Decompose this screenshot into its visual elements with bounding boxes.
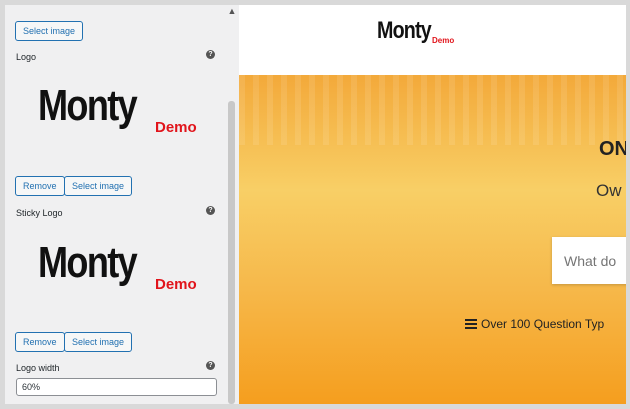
header-logo-badge: Demo bbox=[432, 36, 455, 45]
sticky-logo-preview-text: Monty bbox=[38, 238, 138, 287]
hero-feature-text: Over 100 Question Typ bbox=[481, 317, 605, 331]
hero-texture bbox=[239, 75, 626, 145]
customizer-window: Select image Logo ? Monty Demo Remove Se… bbox=[5, 5, 626, 404]
sticky-logo-select-image-button[interactable]: Select image bbox=[64, 332, 133, 352]
hero-title: ON bbox=[599, 138, 626, 160]
sidebar-scrollbar[interactable]: ▲ bbox=[226, 5, 237, 404]
list-icon bbox=[465, 319, 477, 329]
logo-preview-text: Monty bbox=[38, 81, 138, 130]
logo-label: Logo bbox=[16, 52, 37, 62]
customizer-sidebar: Select image Logo ? Monty Demo Remove Se… bbox=[5, 5, 237, 404]
logo-help-icon[interactable]: ? bbox=[206, 50, 215, 59]
logo-remove-button[interactable]: Remove bbox=[15, 176, 65, 196]
hero-subtitle: Ow bbox=[596, 181, 622, 200]
sticky-logo-preview-image: Monty Demo bbox=[16, 232, 226, 332]
logo-width-help-icon[interactable]: ? bbox=[206, 361, 215, 370]
header-logo-text[interactable]: Monty bbox=[377, 17, 432, 45]
sticky-logo-help-icon[interactable]: ? bbox=[206, 206, 215, 215]
sticky-logo-preview-badge: Demo bbox=[155, 276, 197, 293]
logo-width-label: Logo width bbox=[16, 363, 60, 373]
hero-feature-item: Over 100 Question Typ bbox=[465, 317, 604, 331]
sticky-logo-remove-button[interactable]: Remove bbox=[15, 332, 65, 352]
logo-preview-image: Monty Demo bbox=[16, 75, 226, 175]
scrollbar-thumb[interactable] bbox=[228, 101, 235, 404]
scroll-up-arrow-icon[interactable]: ▲ bbox=[227, 6, 237, 16]
logo-select-image-button[interactable]: Select image bbox=[64, 176, 133, 196]
site-preview: Monty Demo ON Ow Over 100 Question Typ bbox=[239, 5, 626, 404]
sticky-logo-label: Sticky Logo bbox=[16, 208, 63, 218]
site-header: Monty Demo bbox=[239, 5, 626, 75]
logo-preview-badge: Demo bbox=[155, 119, 197, 136]
hero-search-input[interactable] bbox=[552, 237, 626, 284]
select-image-button-top[interactable]: Select image bbox=[15, 21, 84, 41]
logo-width-input[interactable] bbox=[16, 378, 217, 396]
